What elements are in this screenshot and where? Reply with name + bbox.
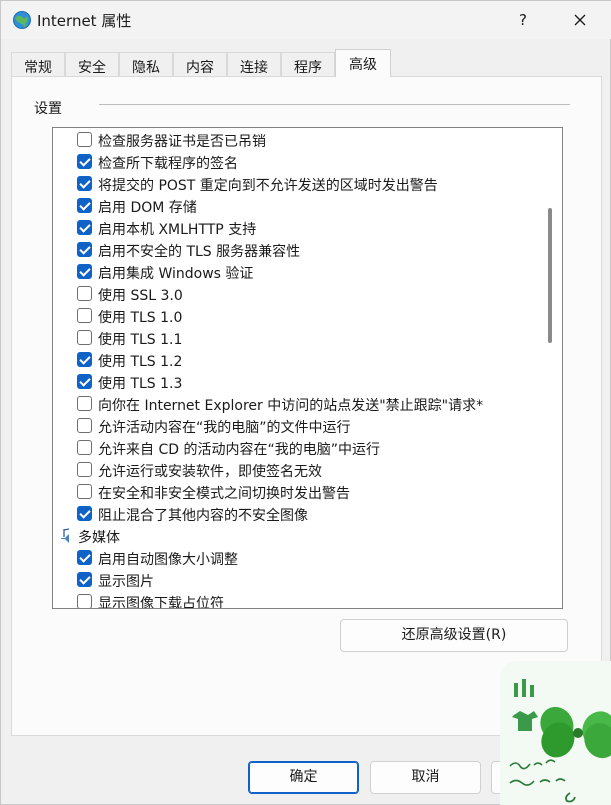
- setting-checkbox[interactable]: [77, 396, 92, 411]
- setting-checkbox[interactable]: [77, 286, 92, 301]
- setting-checkbox-row[interactable]: 启用本机 XMLHTTP 支持: [53, 217, 543, 239]
- setting-label: 检查服务器证书是否已吊销: [98, 134, 266, 150]
- internet-properties-dialog: Internet 属性 ? 常规 安全 隐私 内容 连接 程序 高级 设置 检查…: [0, 0, 611, 805]
- setting-label: 使用 TLS 1.0: [98, 310, 183, 326]
- setting-checkbox-row[interactable]: 使用 TLS 1.1: [53, 327, 543, 349]
- setting-checkbox-row[interactable]: 显示图像下载占位符: [53, 591, 543, 609]
- setting-label: 显示图像下载占位符: [98, 596, 224, 609]
- ok-button[interactable]: 确定: [248, 761, 359, 794]
- tab-advanced[interactable]: 高级: [335, 49, 391, 77]
- setting-label: 使用 TLS 1.3: [98, 376, 183, 392]
- settings-tree-list[interactable]: 检查服务器证书是否已吊销 检查所下载程序的签名将提交的 POST 重定向到不允许发…: [52, 127, 563, 609]
- close-icon: [574, 14, 586, 26]
- setting-checkbox[interactable]: [77, 220, 92, 235]
- clover-decoration-image: [509, 679, 611, 803]
- setting-label: 使用 TLS 1.1: [98, 332, 183, 348]
- setting-checkbox-row[interactable]: 阻止混合了其他内容的不安全图像: [53, 503, 543, 525]
- tab-connections[interactable]: 连接: [227, 52, 281, 77]
- setting-checkbox[interactable]: [77, 550, 92, 565]
- setting-checkbox-row[interactable]: 允许运行或安装软件，即使签名无效: [53, 459, 543, 481]
- setting-label: 显示图片: [98, 574, 154, 590]
- setting-checkbox-row[interactable]: 检查服务器证书是否已吊销: [53, 129, 543, 151]
- setting-checkbox[interactable]: [77, 572, 92, 587]
- setting-checkbox[interactable]: [77, 484, 92, 499]
- category-row[interactable]: 多媒体: [53, 525, 543, 547]
- tab-privacy[interactable]: 隐私: [119, 52, 173, 77]
- setting-checkbox[interactable]: [77, 242, 92, 257]
- setting-label: 将提交的 POST 重定向到不允许发送的区域时发出警告: [98, 178, 438, 194]
- setting-checkbox[interactable]: [77, 198, 92, 213]
- setting-checkbox-row[interactable]: 使用 TLS 1.0: [53, 305, 543, 327]
- advanced-tab-panel: 设置 检查服务器证书是否已吊销 检查所下载程序的签名将提交的 POST 重定向到不…: [11, 76, 602, 736]
- tab-security[interactable]: 安全: [65, 52, 119, 77]
- internet-globe-icon: [13, 11, 31, 29]
- setting-checkbox-row[interactable]: 启用不安全的 TLS 服务器兼容性: [53, 239, 543, 261]
- setting-checkbox-row[interactable]: 将提交的 POST 重定向到不允许发送的区域时发出警告: [53, 173, 543, 195]
- setting-checkbox[interactable]: [77, 462, 92, 477]
- setting-checkbox-row[interactable]: 启用自动图像大小调整: [53, 547, 543, 569]
- category-label: 多媒体: [78, 530, 120, 546]
- scrollbar-thumb[interactable]: [548, 208, 552, 343]
- setting-label: 启用本机 XMLHTTP 支持: [98, 222, 257, 238]
- tab-general[interactable]: 常规: [11, 52, 65, 77]
- tab-content[interactable]: 内容: [173, 52, 227, 77]
- setting-checkbox[interactable]: [77, 154, 92, 169]
- setting-checkbox[interactable]: [77, 506, 92, 521]
- title-bar[interactable]: Internet 属性 ?: [1, 1, 611, 39]
- setting-checkbox-row[interactable]: 检查所下载程序的签名: [53, 151, 543, 173]
- setting-checkbox[interactable]: [77, 308, 92, 323]
- setting-checkbox[interactable]: [77, 330, 92, 345]
- setting-label: 检查所下载程序的签名: [98, 156, 238, 172]
- setting-checkbox[interactable]: [77, 132, 92, 147]
- setting-checkbox-row[interactable]: 显示图片: [53, 569, 543, 591]
- setting-label: 在安全和非安全模式之间切换时发出警告: [98, 486, 350, 502]
- cancel-button[interactable]: 取消: [370, 761, 481, 794]
- setting-checkbox-row[interactable]: 使用 TLS 1.3: [53, 371, 543, 393]
- setting-checkbox-row[interactable]: 在安全和非安全模式之间切换时发出警告: [53, 481, 543, 503]
- multimedia-category-icon: [61, 528, 70, 543]
- tab-programs[interactable]: 程序: [281, 52, 335, 77]
- settings-group-label: 设置: [34, 101, 62, 117]
- setting-label: 允许运行或安装软件，即使签名无效: [98, 464, 322, 480]
- setting-label: 使用 TLS 1.2: [98, 354, 183, 370]
- setting-checkbox[interactable]: [77, 176, 92, 191]
- setting-checkbox[interactable]: [77, 594, 92, 608]
- setting-checkbox-row[interactable]: 允许来自 CD 的活动内容在“我的电脑”中运行: [53, 437, 543, 459]
- setting-label: 启用自动图像大小调整: [98, 552, 238, 568]
- setting-checkbox[interactable]: [77, 264, 92, 279]
- group-divider: [99, 104, 570, 105]
- setting-label: 使用 SSL 3.0: [98, 288, 183, 304]
- setting-label: 启用集成 Windows 验证: [98, 266, 254, 282]
- tab-strip: 常规 安全 隐私 内容 连接 程序 高级: [11, 49, 602, 77]
- setting-checkbox-row[interactable]: 使用 TLS 1.2: [53, 349, 543, 371]
- restore-advanced-settings-button[interactable]: 还原高级设置(R): [340, 619, 568, 652]
- setting-checkbox-row[interactable]: 允许活动内容在“我的电脑”的文件中运行: [53, 415, 543, 437]
- close-button[interactable]: [557, 5, 603, 35]
- setting-label: 阻止混合了其他内容的不安全图像: [98, 508, 308, 524]
- setting-label: 启用不安全的 TLS 服务器兼容性: [98, 244, 301, 260]
- setting-checkbox[interactable]: [77, 352, 92, 367]
- setting-checkbox[interactable]: [77, 374, 92, 389]
- setting-checkbox[interactable]: [77, 440, 92, 455]
- setting-checkbox-row[interactable]: 向你在 Internet Explorer 中访问的站点发送"禁止跟踪"请求*: [53, 393, 543, 415]
- setting-checkbox-row[interactable]: 启用集成 Windows 验证: [53, 261, 543, 283]
- setting-checkbox-row[interactable]: 启用 DOM 存储: [53, 195, 543, 217]
- window-title: Internet 属性: [37, 12, 132, 30]
- setting-label: 允许来自 CD 的活动内容在“我的电脑”中运行: [98, 442, 380, 458]
- setting-label: 允许活动内容在“我的电脑”的文件中运行: [98, 420, 351, 436]
- setting-label: 启用 DOM 存储: [98, 200, 197, 216]
- setting-label: 向你在 Internet Explorer 中访问的站点发送"禁止跟踪"请求*: [98, 398, 484, 414]
- lucky-clover-widget[interactable]: [500, 661, 611, 805]
- setting-checkbox[interactable]: [77, 418, 92, 433]
- help-button[interactable]: ?: [501, 5, 545, 35]
- setting-checkbox-row[interactable]: 使用 SSL 3.0: [53, 283, 543, 305]
